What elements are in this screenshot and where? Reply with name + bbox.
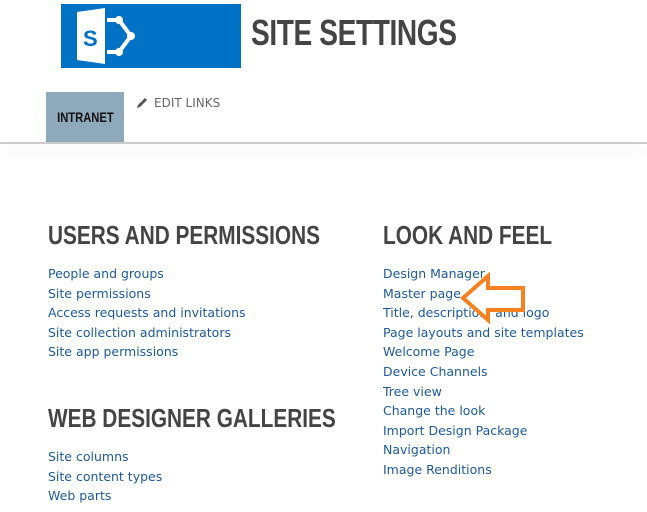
sharepoint-logo[interactable]: S (61, 4, 241, 68)
list-item[interactable]: Navigation (383, 440, 584, 460)
list-item[interactable]: Import Design Package (383, 421, 584, 441)
section-title: LOOK AND FEEL (383, 220, 553, 250)
list-item[interactable]: Site app permissions (48, 342, 246, 362)
list-item[interactable]: Web parts (48, 486, 162, 506)
web-designer-galleries-list: Site columns Site content types Web part… (48, 447, 162, 506)
list-item[interactable]: Change the look (383, 401, 584, 421)
page-title: SITE SETTINGS (251, 12, 457, 53)
pencil-icon (137, 98, 147, 108)
list-item[interactable]: Access requests and invitations (48, 303, 246, 323)
list-item[interactable]: Site collection administrators (48, 323, 246, 343)
users-permissions-list: People and groups Site permissions Acces… (48, 264, 246, 362)
list-item[interactable]: Device Channels (383, 362, 584, 382)
list-item[interactable]: Image Renditions (383, 460, 584, 480)
sharepoint-icon: S (77, 8, 135, 64)
divider (0, 142, 647, 144)
svg-text:S: S (83, 26, 98, 51)
tab-intranet[interactable]: INTRANET (46, 92, 124, 142)
list-item[interactable]: People and groups (48, 264, 246, 284)
list-item[interactable]: Welcome Page (383, 342, 584, 362)
section-title: WEB DESIGNER GALLERIES (48, 403, 336, 433)
list-item[interactable]: Site columns (48, 447, 162, 467)
arrow-left-icon (459, 271, 525, 325)
list-item[interactable]: Tree view (383, 382, 584, 402)
edit-links-button[interactable]: EDIT LINKS (136, 96, 220, 110)
list-item[interactable]: Site permissions (48, 284, 246, 304)
list-item[interactable]: Site content types (48, 467, 162, 487)
section-title: USERS AND PERMISSIONS (48, 220, 320, 250)
